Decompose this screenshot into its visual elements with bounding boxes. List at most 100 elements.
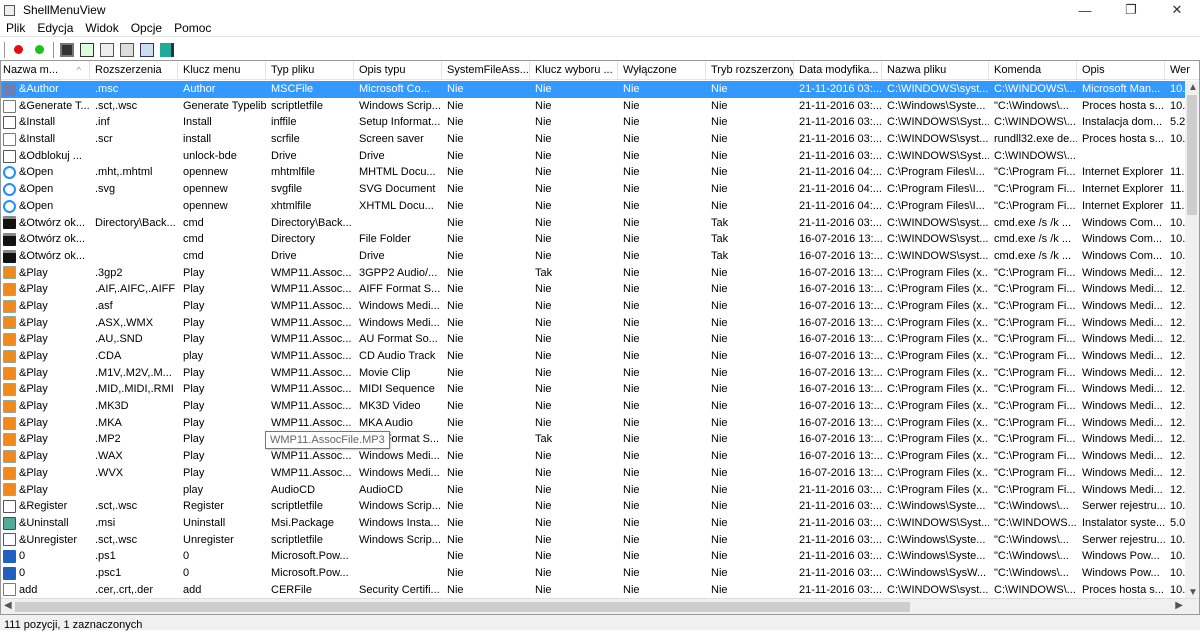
table-cell: C:\Program Files (x... — [882, 448, 989, 465]
close-button[interactable]: ✕ — [1154, 0, 1200, 20]
column-header-0[interactable]: Nazwa m...^ — [1, 61, 90, 80]
scroll-right-icon[interactable]: ▶ — [1175, 600, 1183, 611]
table-row[interactable]: &Uninstall.msiUninstallMsi.PackageWindow… — [1, 515, 1200, 532]
table-cell: Nie — [442, 548, 530, 565]
vertical-scroll-thumb[interactable] — [1187, 95, 1197, 215]
column-header-6[interactable]: Klucz wyboru ... — [530, 61, 618, 80]
minimize-button[interactable]: — — [1062, 0, 1108, 20]
table-row[interactable]: &Otwórz ok...cmdDirectoryFile FolderNieN… — [1, 231, 1200, 248]
table-row[interactable]: &Play.AU,.SNDPlayWMP11.Assoc...AU Format… — [1, 331, 1200, 348]
scroll-down-icon[interactable]: ▼ — [1188, 587, 1198, 598]
table-cell: Internet Explorer — [1077, 181, 1165, 198]
shell-menu-list[interactable]: Nazwa m...^RozszerzeniaKlucz menuTyp pli… — [0, 60, 1200, 615]
scroll-up-icon[interactable]: ▲ — [1188, 82, 1198, 93]
table-row[interactable]: &Play.ASX,.WMXPlayWMP11.Assoc...Windows … — [1, 315, 1200, 332]
exit-icon[interactable] — [160, 43, 174, 57]
table-cell: C:\WINDOWS\Syst... — [882, 114, 989, 131]
table-row[interactable]: &Play.AIF,.AIFC,.AIFFPlayWMP11.Assoc...A… — [1, 281, 1200, 298]
find-icon[interactable] — [140, 43, 154, 57]
table-row[interactable]: &Play.WAXPlayWMP11.Assoc...Windows Medi.… — [1, 448, 1200, 465]
column-header-10[interactable]: Nazwa pliku — [882, 61, 989, 80]
table-cell: MSCFile — [266, 81, 354, 98]
ie-icon — [3, 200, 16, 213]
table-row[interactable]: &Play.MP2PlayWMP11.Assoc...MP3 Format S.… — [1, 431, 1200, 448]
table-cell: &Play — [1, 431, 90, 448]
column-header-1[interactable]: Rozszerzenia — [90, 61, 178, 80]
column-header-8[interactable]: Tryb rozszerzony — [706, 61, 794, 80]
table-row[interactable]: &Play.MK3DPlayWMP11.Assoc...MK3D VideoNi… — [1, 398, 1200, 415]
refresh-icon[interactable] — [80, 43, 94, 57]
column-header-4[interactable]: Opis typu — [354, 61, 442, 80]
table-cell: WMP11.Assoc... — [266, 365, 354, 382]
table-row[interactable]: &Play.MKAPlayWMP11.Assoc...MKA AudioNieN… — [1, 415, 1200, 432]
restore-button[interactable]: ❐ — [1108, 0, 1154, 20]
play-icon — [3, 433, 16, 446]
table-row[interactable]: &Generate T....sct,.wscGenerate Typelibs… — [1, 98, 1200, 115]
table-cell: Nie — [442, 164, 530, 181]
table-cell: Nie — [706, 381, 794, 398]
column-header-12[interactable]: Opis — [1077, 61, 1165, 80]
column-header-5[interactable]: SystemFileAss... — [442, 61, 530, 80]
menu-pomoc[interactable]: Pomoc — [174, 21, 211, 35]
column-header-2[interactable]: Klucz menu — [178, 61, 266, 80]
menu-opcje[interactable]: Opcje — [131, 21, 162, 35]
table-row[interactable]: add.cer,.crt,.deraddCERFileSecurity Cert… — [1, 582, 1200, 599]
table-row[interactable]: 0.ps10Microsoft.Pow...NieNieNieNie21-11-… — [1, 548, 1200, 565]
vertical-scrollbar[interactable]: ▲ ▼ — [1185, 81, 1199, 599]
table-row[interactable]: &Play.CDAplayWMP11.Assoc...CD Audio Trac… — [1, 348, 1200, 365]
table-row[interactable]: &Install.infInstallinffileSetup Informat… — [1, 114, 1200, 131]
table-row[interactable]: 0.psc10Microsoft.Pow...NieNieNieNie21-11… — [1, 565, 1200, 582]
table-row[interactable]: &Play.MID,.MIDI,.RMIPlayWMP11.Assoc...MI… — [1, 381, 1200, 398]
table-row[interactable]: &OpenopennewxhtmlfileXHTML Docu...NieNie… — [1, 198, 1200, 215]
column-header-7[interactable]: Wyłączone — [618, 61, 706, 80]
table-row[interactable]: &Install.scrinstallscrfileScreen saverNi… — [1, 131, 1200, 148]
table-cell: CERFile — [266, 582, 354, 599]
table-cell: Tak — [530, 265, 618, 282]
cmd-icon — [3, 233, 16, 246]
table-cell: &Otwórz ok... — [1, 215, 90, 232]
scroll-left-icon[interactable]: ◀ — [4, 600, 12, 611]
save-icon[interactable] — [60, 43, 74, 57]
horizontal-scroll-thumb[interactable] — [15, 602, 910, 612]
enable-items-icon[interactable] — [35, 45, 44, 54]
table-row[interactable]: &Unregister.sct,.wscUnregisterscriptletf… — [1, 532, 1200, 549]
menu-plik[interactable]: Plik — [6, 21, 25, 35]
table-cell: 21-11-2016 03:... — [794, 215, 882, 232]
table-row[interactable]: &Otwórz ok...Directory\Back...cmdDirecto… — [1, 215, 1200, 232]
table-row[interactable]: &Play.WVXPlayWMP11.Assoc...Windows Medi.… — [1, 465, 1200, 482]
disable-items-icon[interactable] — [14, 45, 23, 54]
table-cell: C:\WINDOWS\syst... — [882, 131, 989, 148]
table-cell: "C:\Windows\... — [989, 498, 1077, 515]
table-cell: Nie — [442, 431, 530, 448]
table-row[interactable]: &Otwórz ok...cmdDriveDriveNieNieNieTak16… — [1, 248, 1200, 265]
table-cell: Nie — [706, 448, 794, 465]
table-row[interactable]: &Author.mscAuthorMSCFileMicrosoft Co...N… — [1, 81, 1200, 98]
copy-icon[interactable] — [100, 43, 114, 57]
table-cell: Windows Scrip... — [354, 498, 442, 515]
table-cell: Nie — [530, 448, 618, 465]
row-name: &Play — [19, 315, 48, 332]
column-header-3[interactable]: Typ pliku — [266, 61, 354, 80]
menu-widok[interactable]: Widok — [85, 21, 118, 35]
table-cell: Play — [178, 331, 266, 348]
table-row[interactable]: &Play.3gp2PlayWMP11.Assoc...3GPP2 Audio/… — [1, 265, 1200, 282]
table-row[interactable]: &Register.sct,.wscRegisterscriptletfileW… — [1, 498, 1200, 515]
horizontal-scrollbar[interactable]: ◀ ▶ — [1, 598, 1199, 614]
table-cell — [90, 231, 178, 248]
column-header-9[interactable]: Data modyfika... — [794, 61, 882, 80]
column-header-13[interactable]: Wer — [1165, 61, 1200, 80]
table-cell — [90, 148, 178, 165]
column-header-11[interactable]: Komenda — [989, 61, 1077, 80]
row-name: &Install — [19, 131, 55, 148]
table-cell: 16-07-2016 13:... — [794, 448, 882, 465]
table-row[interactable]: &Odblokuj ...unlock-bdeDriveDriveNieNieN… — [1, 148, 1200, 165]
properties-icon[interactable] — [120, 43, 134, 57]
table-cell: Nie — [706, 348, 794, 365]
table-row[interactable]: &Play.asfPlayWMP11.Assoc...Windows Medi.… — [1, 298, 1200, 315]
menu-edycja[interactable]: Edycja — [37, 21, 73, 35]
table-row[interactable]: &PlayplayAudioCDAudioCDNieNieNieNie21-11… — [1, 482, 1200, 499]
table-row[interactable]: &Open.svgopennewsvgfileSVG DocumentNieNi… — [1, 181, 1200, 198]
table-row[interactable]: &Play.M1V,.M2V,.M...PlayWMP11.Assoc...Mo… — [1, 365, 1200, 382]
table-row[interactable]: &Open.mht,.mhtmlopennewmhtmlfileMHTML Do… — [1, 164, 1200, 181]
table-cell: .mht,.mhtml — [90, 164, 178, 181]
